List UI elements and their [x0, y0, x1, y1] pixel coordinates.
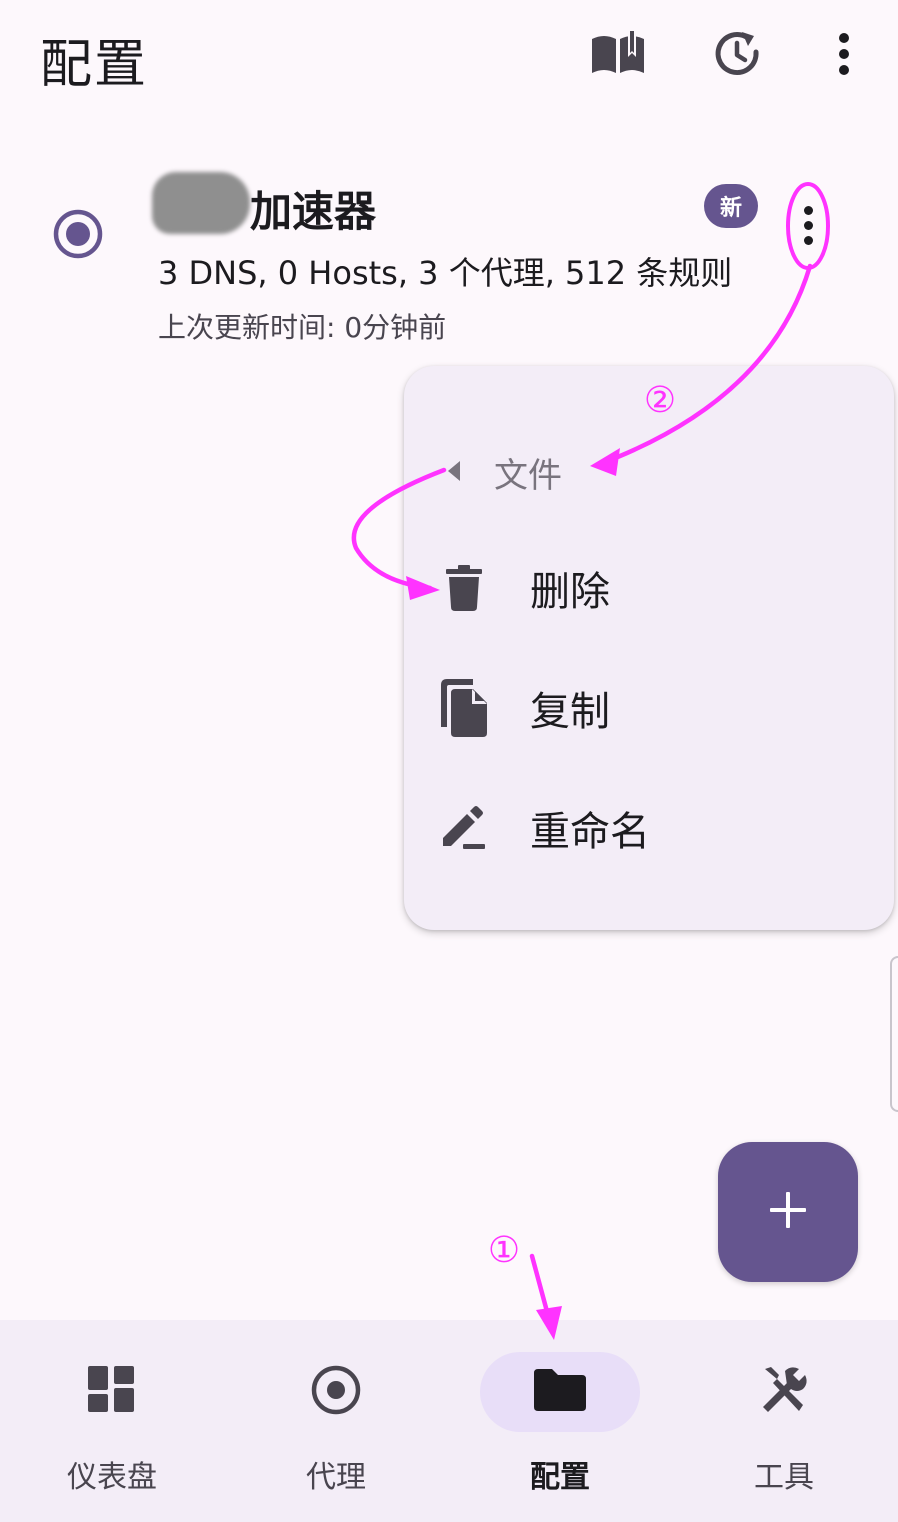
menu-item-copy[interactable]: 复制	[438, 668, 858, 748]
arrow-to-nav	[529, 1253, 555, 1333]
menu-item-label: 重命名	[530, 809, 650, 855]
nav-item-dashboard[interactable]: 仪表盘	[0, 1320, 224, 1522]
profile-more-icon[interactable]	[790, 190, 826, 260]
plus-icon	[768, 1190, 808, 1234]
nav-label: 工具	[754, 1460, 814, 1495]
menu-item-label: 复制	[530, 689, 610, 735]
radio-target-icon	[310, 1364, 362, 1420]
edit-icon	[438, 798, 490, 858]
redacted-name-mask	[152, 172, 250, 234]
bottom-navigation: 仪表盘 代理 配置 工具	[0, 1320, 898, 1522]
profile-radio-button[interactable]	[52, 208, 104, 260]
scrollbar[interactable]	[890, 956, 898, 1112]
folder-icon	[534, 1369, 586, 1415]
nav-label: 配置	[530, 1460, 590, 1495]
delete-icon	[438, 558, 490, 618]
menu-item-delete[interactable]: 删除	[438, 548, 858, 628]
book-open-icon[interactable]	[586, 22, 650, 86]
profile-context-menu: 文件 删除 复制 重命名	[404, 366, 894, 930]
nav-label: 仪表盘	[67, 1460, 157, 1495]
profile-name[interactable]: 加速器	[250, 178, 376, 239]
add-profile-fab[interactable]	[718, 1142, 858, 1282]
nav-item-profiles[interactable]: 配置	[448, 1320, 672, 1522]
more-vert-icon[interactable]	[812, 22, 876, 86]
profile-stats: 3 DNS, 0 Hosts, 3 个代理, 512 条规则	[158, 254, 733, 292]
menu-item-rename[interactable]: 重命名	[438, 788, 858, 868]
menu-back-file[interactable]: 文件	[444, 448, 562, 497]
nav-label: 代理	[306, 1460, 366, 1495]
copy-icon	[438, 678, 490, 738]
menu-item-label: 删除	[530, 569, 610, 615]
caret-left-icon	[444, 459, 462, 487]
nav-item-proxy[interactable]: 代理	[224, 1320, 448, 1522]
page-title: 配置	[40, 35, 149, 95]
new-badge: 新	[704, 184, 758, 228]
tools-icon	[759, 1365, 809, 1419]
history-refresh-icon[interactable]	[706, 22, 770, 86]
nav-item-tools[interactable]: 工具	[672, 1320, 896, 1522]
menu-back-label: 文件	[494, 456, 562, 496]
step-1-label: ①	[488, 1230, 520, 1271]
dashboard-icon	[88, 1366, 136, 1418]
profile-updated-time: 上次更新时间: 0分钟前	[158, 311, 447, 344]
